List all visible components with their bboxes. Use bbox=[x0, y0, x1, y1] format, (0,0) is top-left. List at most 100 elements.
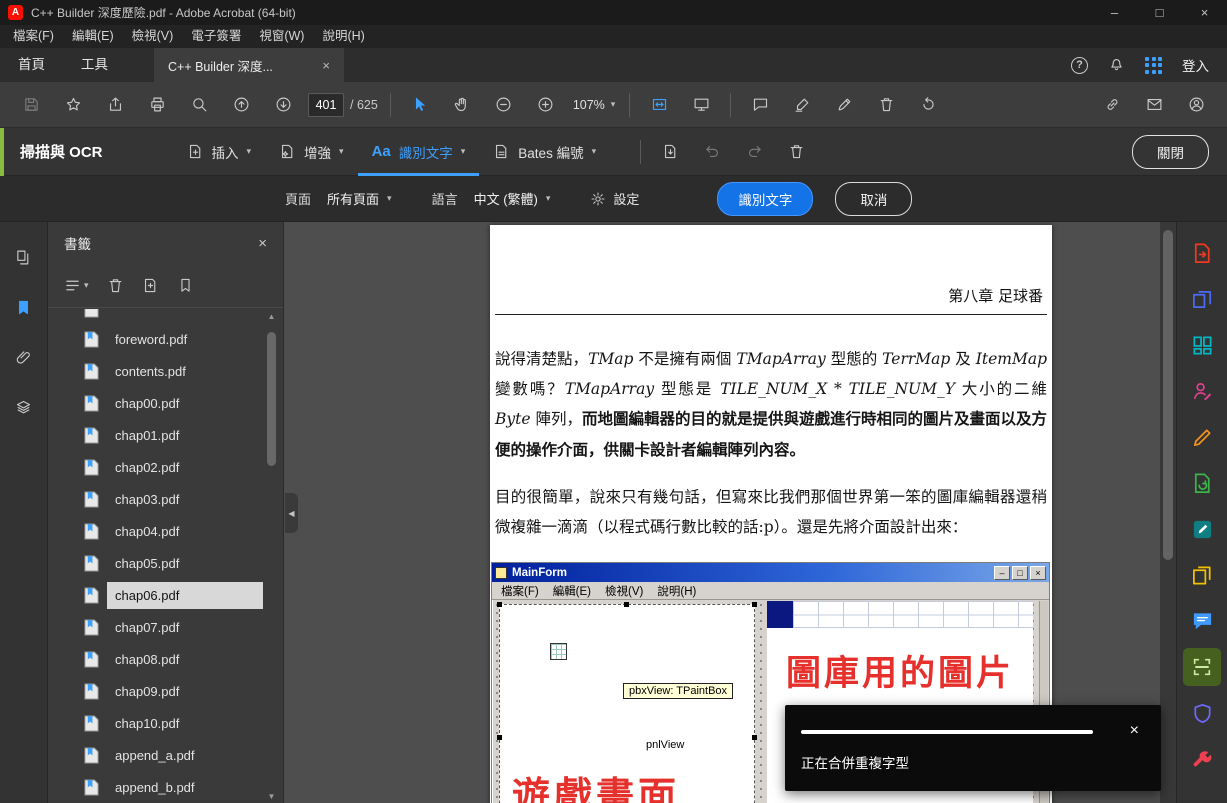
bookmark-item-partial[interactable] bbox=[48, 309, 263, 323]
bookmark-item[interactable]: append_b.pdf bbox=[48, 771, 263, 803]
bookmark-item[interactable]: chap04.pdf bbox=[48, 515, 263, 547]
request-esignatures-icon[interactable] bbox=[1177, 368, 1227, 414]
attachments-icon[interactable] bbox=[9, 342, 39, 372]
previous-page-icon[interactable] bbox=[223, 88, 259, 122]
reading-mode-icon[interactable] bbox=[683, 88, 719, 122]
print-icon[interactable] bbox=[139, 88, 175, 122]
highlighter-icon[interactable] bbox=[784, 88, 820, 122]
bookmark-item[interactable]: chap08.pdf bbox=[48, 643, 263, 675]
recognize-text-tool-button[interactable]: Aa 識別文字 ▾ bbox=[358, 128, 480, 176]
comment-icon[interactable] bbox=[742, 88, 778, 122]
delete-pages-icon[interactable] bbox=[868, 88, 904, 122]
bates-numbering-button[interactable]: Bates 編號 ▾ bbox=[479, 128, 610, 176]
comment-tool-icon[interactable] bbox=[1177, 598, 1227, 644]
close-ocr-button[interactable]: 關閉 bbox=[1132, 135, 1209, 169]
zoom-level-select[interactable]: 107% ▾ bbox=[573, 98, 616, 112]
bookmark-item-selected[interactable]: chap06.pdf bbox=[48, 579, 263, 611]
select-tool-icon[interactable] bbox=[402, 88, 438, 122]
link-icon[interactable] bbox=[1094, 88, 1130, 122]
export-pdf-icon[interactable] bbox=[1177, 230, 1227, 276]
menu-file[interactable]: 檔案(F) bbox=[4, 25, 63, 48]
undo-icon[interactable] bbox=[693, 135, 731, 169]
replace-pages-icon[interactable] bbox=[651, 135, 689, 169]
collapse-panel-handle[interactable]: ◀ bbox=[285, 493, 298, 533]
create-pdf-icon[interactable] bbox=[1177, 460, 1227, 506]
bookmark-item[interactable]: chap02.pdf bbox=[48, 451, 263, 483]
bookmark-item[interactable]: chap00.pdf bbox=[48, 387, 263, 419]
bookmarks-panel-icon[interactable] bbox=[9, 292, 39, 322]
sign-pen-icon[interactable] bbox=[826, 88, 862, 122]
close-button[interactable]: × bbox=[1182, 0, 1227, 25]
bookmark-item[interactable]: chap01.pdf bbox=[48, 419, 263, 451]
next-page-icon[interactable] bbox=[265, 88, 301, 122]
bookmark-options-icon[interactable]: ▾ bbox=[64, 277, 89, 294]
edit-pdf-icon[interactable] bbox=[1177, 506, 1227, 552]
delete-bookmark-icon[interactable] bbox=[107, 277, 124, 294]
layers-icon[interactable] bbox=[9, 392, 39, 422]
bookmark-item[interactable]: chap09.pdf bbox=[48, 675, 263, 707]
bookmark-item[interactable]: append_a.pdf bbox=[48, 739, 263, 771]
combine-files-icon[interactable] bbox=[1177, 276, 1227, 322]
close-panel-icon[interactable]: × bbox=[258, 235, 267, 252]
bookmark-item[interactable]: foreword.pdf bbox=[48, 323, 263, 355]
recognize-text-run-button[interactable]: 識別文字 bbox=[717, 182, 813, 216]
bookmark-item[interactable]: chap03.pdf bbox=[48, 483, 263, 515]
new-bookmark-icon[interactable] bbox=[142, 277, 159, 294]
page-number-input[interactable] bbox=[308, 93, 344, 117]
menu-window[interactable]: 視窗(W) bbox=[250, 25, 313, 48]
expand-current-bookmark-icon[interactable] bbox=[177, 277, 194, 294]
maximize-button[interactable]: □ bbox=[1137, 0, 1182, 25]
rotate-pages-icon[interactable] bbox=[910, 88, 946, 122]
search-icon[interactable] bbox=[181, 88, 217, 122]
insert-pages-button[interactable]: 插入 ▾ bbox=[173, 128, 266, 176]
menu-view[interactable]: 檢視(V) bbox=[123, 25, 183, 48]
tab-document[interactable]: C++ Builder 深度... × bbox=[154, 48, 344, 82]
more-tools-icon[interactable] bbox=[1177, 736, 1227, 782]
protect-pdf-icon[interactable] bbox=[1177, 690, 1227, 736]
bookmarks-scrollbar[interactable]: ▲ ▼ bbox=[264, 310, 279, 803]
pages-select[interactable]: 所有頁面 ▾ bbox=[321, 185, 398, 212]
star-favorite-icon[interactable] bbox=[55, 88, 91, 122]
cancel-button[interactable]: 取消 bbox=[835, 182, 912, 216]
scroll-up-icon[interactable]: ▲ bbox=[264, 312, 279, 321]
zoom-in-icon[interactable] bbox=[528, 88, 564, 122]
tab-home[interactable]: 首頁 bbox=[0, 48, 63, 82]
page-thumbnails-icon[interactable] bbox=[9, 242, 39, 272]
document-scroll-thumb[interactable] bbox=[1163, 230, 1173, 560]
mainform-gallery-caption: 圖庫用的圖片 bbox=[767, 645, 1033, 696]
fill-sign-icon[interactable] bbox=[1177, 414, 1227, 460]
document-scrollbar[interactable] bbox=[1160, 222, 1176, 803]
toast-close-icon[interactable]: × bbox=[1130, 722, 1139, 740]
menu-help[interactable]: 說明(H) bbox=[313, 25, 373, 48]
minimize-button[interactable]: – bbox=[1092, 0, 1137, 25]
language-select[interactable]: 中文 (繁體) ▾ bbox=[468, 185, 557, 212]
fit-width-icon[interactable] bbox=[641, 88, 677, 122]
organize-pages-icon[interactable] bbox=[1177, 322, 1227, 368]
settings-button[interactable]: 設定 bbox=[590, 189, 639, 208]
menu-esign[interactable]: 電子簽署 bbox=[182, 25, 250, 48]
zoom-out-icon[interactable] bbox=[486, 88, 522, 122]
help-icon[interactable]: ? bbox=[1071, 57, 1088, 74]
save-icon[interactable] bbox=[13, 88, 49, 122]
notifications-bell-icon[interactable] bbox=[1108, 55, 1125, 75]
bookmark-item[interactable]: chap05.pdf bbox=[48, 547, 263, 579]
sign-in-button[interactable]: 登入 bbox=[1182, 55, 1209, 75]
app-launcher-icon[interactable] bbox=[1145, 57, 1162, 74]
bookmark-item[interactable]: chap10.pdf bbox=[48, 707, 263, 739]
email-icon[interactable] bbox=[1136, 88, 1172, 122]
bookmark-item[interactable]: chap07.pdf bbox=[48, 611, 263, 643]
bookmark-item[interactable]: contents.pdf bbox=[48, 355, 263, 387]
bookmarks-scroll-thumb[interactable] bbox=[267, 332, 276, 466]
export-copies-icon[interactable] bbox=[1177, 552, 1227, 598]
share-icon[interactable] bbox=[97, 88, 133, 122]
avatar-icon[interactable] bbox=[1178, 88, 1214, 122]
menu-edit[interactable]: 編輯(E) bbox=[63, 25, 123, 48]
tab-close-icon[interactable]: × bbox=[322, 58, 330, 73]
scroll-down-icon[interactable]: ▼ bbox=[264, 792, 279, 801]
tab-tools[interactable]: 工具 bbox=[63, 48, 126, 82]
enhance-button[interactable]: 增強 ▾ bbox=[265, 128, 358, 176]
trash-icon[interactable] bbox=[777, 135, 815, 169]
redo-icon[interactable] bbox=[735, 135, 773, 169]
hand-tool-icon[interactable] bbox=[444, 88, 480, 122]
scan-ocr-tool-icon[interactable] bbox=[1177, 644, 1227, 690]
